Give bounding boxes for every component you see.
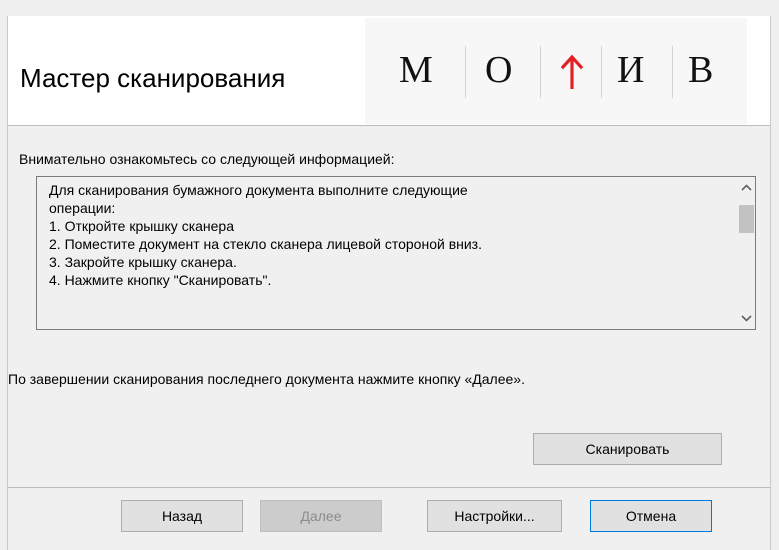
instructions-text: Для сканирования бумажного документа вып… — [49, 181, 729, 289]
logo-letter-o: О — [485, 49, 513, 91]
cancel-button[interactable]: Отмена — [590, 500, 712, 532]
chevron-up-icon[interactable] — [738, 179, 755, 196]
scan-wizard-window: Мастер сканирования М О И В Внимательно … — [7, 16, 771, 550]
instruction-line: операции: — [49, 200, 116, 216]
scroll-thumb[interactable] — [739, 205, 754, 233]
instructions-textbox[interactable]: Для сканирования бумажного документа вып… — [36, 176, 756, 330]
wizard-header: Мастер сканирования М О И В — [8, 16, 770, 126]
logo-divider — [601, 46, 602, 98]
instruction-line: 1. Откройте крышку сканера — [49, 218, 235, 234]
scan-button[interactable]: Сканировать — [533, 433, 722, 465]
instruction-line: Для сканирования бумажного документа вып… — [49, 182, 468, 198]
motiv-logo: М О И В — [365, 18, 747, 124]
notice-label: Внимательно ознакомьтесь со следующей ин… — [19, 151, 395, 167]
instruction-line: 3. Закройте крышку сканера. — [49, 254, 237, 270]
chevron-down-icon[interactable] — [738, 310, 755, 327]
logo-letter-v: В — [688, 49, 714, 91]
settings-button[interactable]: Настройки... — [427, 500, 562, 532]
wizard-content: Внимательно ознакомьтесь со следующей ин… — [8, 126, 770, 488]
instruction-line: 2. Поместите документ на стекло сканера … — [49, 236, 482, 252]
finish-instruction-label: По завершении сканирования последнего до… — [8, 371, 525, 387]
instruction-line: 4. Нажмите кнопку "Сканировать". — [49, 272, 272, 288]
wizard-title: Мастер сканирования — [20, 63, 286, 93]
vertical-scrollbar[interactable] — [738, 177, 755, 329]
logo-divider — [672, 46, 673, 98]
logo-letter-i: И — [617, 49, 645, 91]
logo-divider — [540, 46, 541, 98]
logo-letter-m: М — [399, 49, 433, 91]
next-button[interactable]: Далее — [260, 500, 382, 532]
back-button[interactable]: Назад — [121, 500, 243, 532]
arrow-up-icon — [560, 54, 584, 95]
logo-divider — [465, 46, 466, 98]
